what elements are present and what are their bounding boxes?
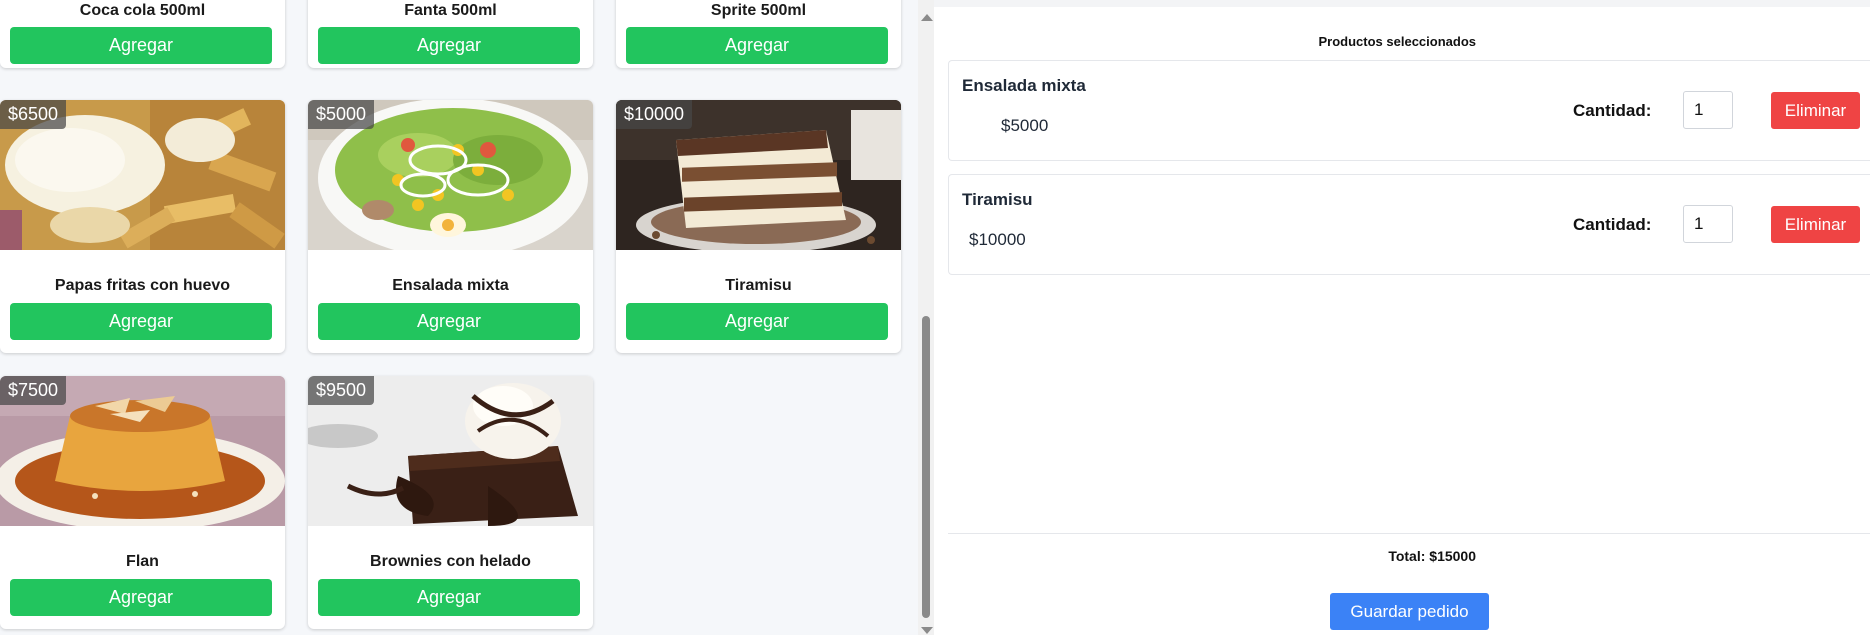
- product-name: Flan: [126, 553, 159, 570]
- selected-item-price: $5000: [1001, 116, 1049, 135]
- price-badge: $5000: [308, 100, 375, 129]
- price-badge: $6500: [0, 100, 67, 129]
- add-button[interactable]: Agregar: [318, 303, 580, 340]
- selected-products-panel: Productos seleccionados Ensalada mixta $…: [934, 0, 1870, 635]
- save-order-button[interactable]: Guardar pedido: [1330, 593, 1489, 630]
- product-card: Fanta 500ml Agregar: [308, 0, 593, 68]
- selected-item: Ensalada mixta $5000 Cantidad: Eliminar: [948, 60, 1870, 161]
- scroll-thumb[interactable]: [922, 316, 930, 618]
- selected-item: Tiramisu $10000 Cantidad: Eliminar: [948, 174, 1870, 275]
- add-button[interactable]: Agregar: [318, 27, 580, 64]
- add-button[interactable]: Agregar: [626, 27, 888, 64]
- add-button[interactable]: Agregar: [318, 579, 580, 616]
- delete-button[interactable]: Eliminar: [1771, 92, 1860, 129]
- scroll-up-arrow-icon[interactable]: [921, 14, 933, 21]
- product-name: Ensalada mixta: [392, 277, 509, 294]
- add-button[interactable]: Agregar: [626, 303, 888, 340]
- product-card: $10000 Tiramisu Agregar: [616, 100, 901, 353]
- add-button[interactable]: Agregar: [10, 303, 272, 340]
- quantity-label: Cantidad:: [1573, 101, 1652, 120]
- selected-item-price: $10000: [969, 230, 1026, 249]
- product-name: Papas fritas con huevo: [54, 277, 231, 294]
- product-name: Sprite 500ml: [710, 2, 807, 19]
- product-name: Brownies con helado: [370, 553, 531, 570]
- product-grid: Coca cola 500ml Agregar Fanta 500ml Agre…: [0, 0, 918, 635]
- price-badge: $10000: [616, 100, 693, 129]
- selected-item-name: Ensalada mixta: [962, 76, 1086, 95]
- price-badge: $7500: [0, 376, 67, 405]
- add-button[interactable]: Agregar: [10, 27, 272, 64]
- price-badge: $9500: [308, 376, 375, 405]
- product-card: $9500 Brownies con helado Agregar: [308, 376, 593, 629]
- selected-item-name: Tiramisu: [962, 190, 1033, 209]
- add-button[interactable]: Agregar: [10, 579, 272, 616]
- quantity-label: Cantidad:: [1573, 215, 1652, 234]
- scrollbar[interactable]: [918, 0, 934, 635]
- scroll-down-arrow-icon[interactable]: [921, 627, 933, 634]
- product-card: $7500 Flan Agregar: [0, 376, 285, 629]
- delete-button[interactable]: Eliminar: [1771, 206, 1860, 243]
- quantity-input[interactable]: [1683, 91, 1733, 129]
- divider: [948, 533, 1870, 534]
- quantity-input[interactable]: [1683, 205, 1733, 243]
- product-name: Tiramisu: [725, 277, 792, 294]
- product-name: Coca cola 500ml: [79, 2, 206, 19]
- selected-title: Productos seleccionados: [1318, 34, 1477, 49]
- product-name: Fanta 500ml: [404, 2, 497, 19]
- product-card: Sprite 500ml Agregar: [616, 0, 901, 68]
- product-card: $5000 Ensalada mixta Agregar: [308, 100, 593, 353]
- product-card: $6500 Papas fritas con huevo Agregar: [0, 100, 285, 353]
- order-total: Total: $15000: [1388, 548, 1476, 564]
- top-strip: [934, 0, 1870, 7]
- product-card: Coca cola 500ml Agregar: [0, 0, 285, 68]
